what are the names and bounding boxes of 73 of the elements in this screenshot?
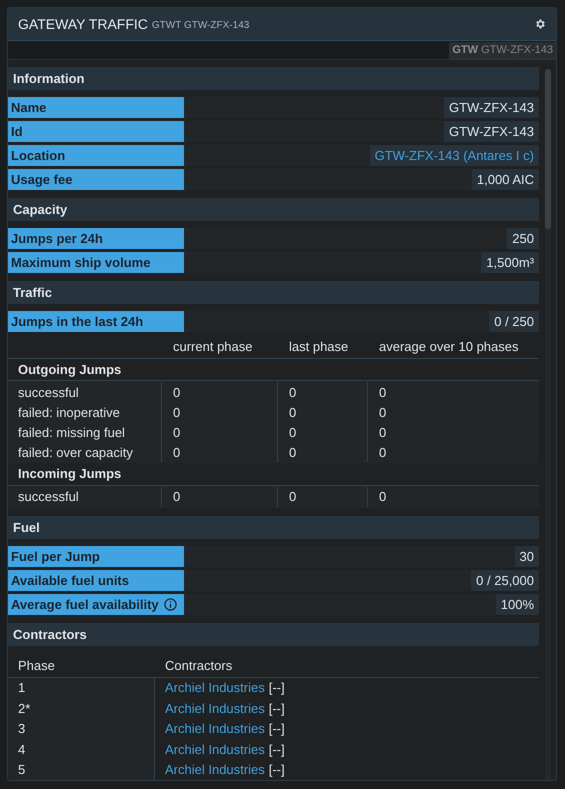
table-cell-text: 0 xyxy=(289,424,296,442)
code-badge: GTW GTW-ZFX-143 xyxy=(449,42,556,58)
field-value: GTW-ZFX-143 xyxy=(444,121,539,142)
contractor-status: [--] xyxy=(268,740,285,759)
table-cell-text: 0 xyxy=(379,488,386,506)
section-header: Information xyxy=(8,67,539,90)
contractor-status: [--] xyxy=(268,761,285,779)
contractor-status: [--] xyxy=(268,720,285,738)
table-cell-text: 0 xyxy=(379,444,386,462)
field-value: 0 / 250 xyxy=(489,311,539,332)
row-label: failed: inoperative xyxy=(18,404,120,422)
contractor-link[interactable]: Archiel Industries xyxy=(165,698,265,718)
table-cell-text: 0 xyxy=(173,444,180,462)
column-header: Contractors xyxy=(165,658,232,673)
field-label: Usage fee xyxy=(8,169,184,190)
column-header: last phase xyxy=(289,339,348,354)
row-label: successful xyxy=(18,488,79,506)
table-cell-text: 4 xyxy=(18,740,26,758)
table-cell-text: 0 xyxy=(173,424,180,442)
group-title: Incoming Jumps xyxy=(18,465,122,484)
section-header: Traffic xyxy=(8,281,539,304)
field-label: Id xyxy=(8,121,184,142)
field-label: Name xyxy=(8,97,184,118)
column-header: Phase xyxy=(18,658,55,673)
field-label: Fuel per Jump xyxy=(8,546,184,567)
table-cell-text: 2* xyxy=(18,700,30,718)
table-cell-text: 1 xyxy=(18,679,26,697)
column-header: current phase xyxy=(173,339,252,354)
field-value: 30 xyxy=(514,546,539,567)
row-label: failed: over capacity xyxy=(18,444,133,462)
row-label: failed: missing fuel xyxy=(18,424,125,442)
window-title: GATEWAY TRAFFIC xyxy=(18,14,148,34)
field-label: Location xyxy=(8,145,184,166)
location-link[interactable]: GTW-ZFX-143 (Antares I c) xyxy=(370,145,539,166)
contractor-link[interactable]: Archiel Industries xyxy=(165,719,265,738)
contractor-link[interactable]: Archiel Industries xyxy=(165,678,265,698)
table-cell-text: 0 xyxy=(379,384,386,402)
field-value: GTW-ZFX-143 xyxy=(444,97,539,118)
section-header: Capacity xyxy=(8,198,539,221)
group-title: Outgoing Jumps xyxy=(18,360,122,379)
table-cell-text: 0 xyxy=(379,404,386,422)
field-label: Jumps in the last 24h xyxy=(8,311,184,332)
contractor-status: [--] xyxy=(268,679,285,697)
table-cell-text: 0 xyxy=(173,404,180,422)
field-value: 1,000 AIC xyxy=(472,169,539,190)
window-code: GTWT GTW-ZFX-143 xyxy=(152,18,250,32)
scrollbar[interactable] xyxy=(545,69,551,780)
table-cell-text: 0 xyxy=(289,444,296,462)
info-icon[interactable] xyxy=(164,598,177,611)
field-value: 250 xyxy=(507,228,539,249)
column-header: average over 10 phases xyxy=(379,339,518,354)
contractor-status: [--] xyxy=(268,700,285,718)
field-label: Maximum ship volume xyxy=(8,252,184,273)
table-cell-text: 0 xyxy=(379,424,386,442)
settings-icon[interactable] xyxy=(534,18,546,30)
table-cell-text: 0 xyxy=(289,384,296,402)
table-cell-text: 3 xyxy=(18,720,26,738)
table-cell-text: 0 xyxy=(173,488,180,506)
field-value: 1,500m³ xyxy=(481,252,539,273)
row-label: successful xyxy=(18,384,79,402)
field-label: Average fuel availability xyxy=(11,596,159,614)
contractor-link[interactable]: Archiel Industries xyxy=(165,760,265,780)
field-value: 100% xyxy=(496,594,539,615)
section-header: Contractors xyxy=(8,622,539,646)
table-cell-text: 0 xyxy=(173,384,180,402)
table-cell-text: 0 xyxy=(289,404,296,422)
field-value: 0 / 25,000 xyxy=(471,570,539,591)
contractor-link[interactable]: Archiel Industries xyxy=(165,740,265,759)
field-label: Available fuel units xyxy=(8,570,184,591)
table-cell-text: 5 xyxy=(18,761,26,779)
section-header: Fuel xyxy=(8,516,539,539)
field-label: Jumps per 24h xyxy=(8,228,184,249)
table-cell-text: 0 xyxy=(289,488,296,506)
